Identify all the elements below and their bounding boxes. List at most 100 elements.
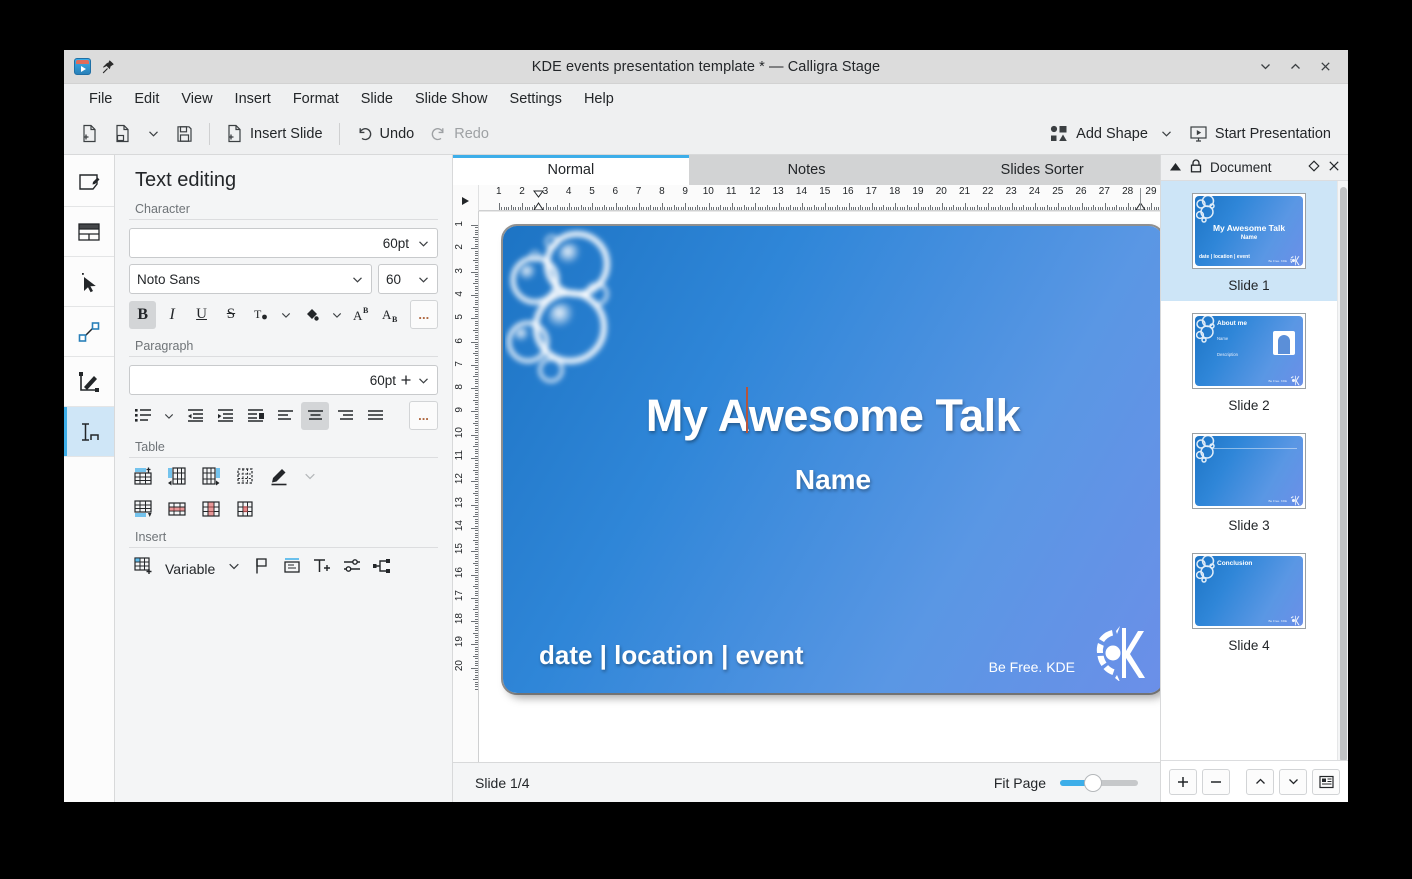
maximize-button[interactable] xyxy=(1282,55,1308,79)
move-slide-up-button[interactable] xyxy=(1246,769,1274,795)
close-button[interactable] xyxy=(1312,55,1338,79)
menu-file[interactable]: File xyxy=(78,88,123,110)
sidebar-tool-select[interactable] xyxy=(64,257,114,307)
menu-view[interactable]: View xyxy=(170,88,223,110)
paragraph-style-combo[interactable]: 60pt xyxy=(129,365,438,395)
insert-link-button[interactable] xyxy=(373,557,391,580)
add-slide-button[interactable] xyxy=(1169,769,1197,795)
table-border-dropdown[interactable] xyxy=(303,469,317,488)
pin-icon[interactable] xyxy=(101,59,115,75)
slide-thumbnail-4[interactable]: Conclusion Be Free. KDE Slid xyxy=(1161,541,1337,661)
zoom-label[interactable]: Fit Page xyxy=(994,775,1046,791)
undo-button[interactable]: Undo xyxy=(349,119,422,149)
insert-variable-label[interactable]: Variable xyxy=(165,561,215,577)
delete-row-button[interactable] xyxy=(167,499,187,524)
delete-column-button[interactable] xyxy=(201,499,221,524)
align-center-button[interactable] xyxy=(301,402,329,430)
open-document-dropdown[interactable] xyxy=(140,119,167,149)
tab-slides-sorter[interactable]: Slides Sorter xyxy=(924,155,1160,185)
list-style-button[interactable] xyxy=(129,402,157,430)
merge-cells-button[interactable] xyxy=(235,466,255,491)
subscript-button[interactable]: AB xyxy=(378,301,405,329)
float-icon[interactable] xyxy=(1308,160,1320,175)
list-style-dropdown[interactable] xyxy=(159,402,179,430)
move-slide-down-button[interactable] xyxy=(1279,769,1307,795)
italic-button[interactable]: I xyxy=(158,301,185,329)
slide-canvas[interactable]: My Awesome Talk Name date | location | e… xyxy=(479,211,1160,762)
menu-insert[interactable]: Insert xyxy=(224,88,282,110)
slide-thumbnail-3[interactable]: Be Free. KDE Slide 3 xyxy=(1161,421,1337,541)
insert-slide-button[interactable]: Insert Slide xyxy=(219,119,330,149)
split-cells-button[interactable] xyxy=(235,499,255,524)
minimize-button[interactable] xyxy=(1252,55,1278,79)
insert-settings-button[interactable] xyxy=(343,557,361,580)
align-right-button[interactable] xyxy=(331,402,359,430)
thumbnail-scrollbar[interactable] xyxy=(1337,181,1348,760)
character-more-button[interactable]: ... xyxy=(410,300,438,329)
increase-indent-button[interactable] xyxy=(211,402,239,430)
slide-thumbnail-2[interactable]: About me Name Description Be Free. KDE xyxy=(1161,301,1337,421)
slide-content[interactable]: My Awesome Talk Name date | location | e… xyxy=(503,226,1160,693)
sidebar-tool-connection[interactable] xyxy=(64,307,114,357)
redo-button[interactable]: Redo xyxy=(423,119,496,149)
highlight-color-dropdown[interactable] xyxy=(327,301,347,329)
paragraph-more-button[interactable]: ... xyxy=(409,401,438,430)
insert-column-left-button[interactable] xyxy=(167,466,187,491)
insert-table-button[interactable] xyxy=(133,556,153,581)
slide-thumbnail-list[interactable]: My Awesome Talk Name date | location | e… xyxy=(1161,181,1348,760)
menu-edit[interactable]: Edit xyxy=(123,88,170,110)
menu-settings[interactable]: Settings xyxy=(499,88,573,110)
font-family-combo[interactable]: Noto Sans xyxy=(129,264,372,294)
remove-slide-button[interactable] xyxy=(1202,769,1230,795)
zoom-slider[interactable] xyxy=(1060,780,1138,786)
change-indent-button[interactable] xyxy=(241,402,269,430)
decrease-indent-button[interactable] xyxy=(181,402,209,430)
underline-button[interactable]: U xyxy=(188,301,215,329)
tab-normal[interactable]: Normal xyxy=(453,155,689,185)
sidebar-tool-path-edit[interactable] xyxy=(64,357,114,407)
zoom-slider-knob[interactable] xyxy=(1084,774,1102,792)
superscript-button[interactable]: AB xyxy=(349,301,376,329)
slide-properties-button[interactable] xyxy=(1312,769,1340,795)
slide-footer[interactable]: date | location | event xyxy=(539,640,804,671)
start-presentation-button[interactable]: Start Presentation xyxy=(1182,119,1338,149)
insert-bookmark-button[interactable] xyxy=(253,557,271,580)
sidebar-tool-text[interactable] xyxy=(64,407,114,457)
text-color-dropdown[interactable] xyxy=(276,301,296,329)
close-icon[interactable] xyxy=(1328,160,1340,175)
save-button[interactable] xyxy=(169,119,200,149)
triangle-up-icon[interactable] xyxy=(1169,160,1182,175)
open-document-button[interactable] xyxy=(107,119,138,149)
strikethrough-button[interactable]: S xyxy=(217,301,244,329)
insert-special-character-button[interactable] xyxy=(313,557,331,580)
tab-notes[interactable]: Notes xyxy=(689,155,925,185)
insert-row-above-button[interactable] xyxy=(133,466,153,491)
bold-button[interactable]: B xyxy=(129,301,156,329)
menu-slide[interactable]: Slide xyxy=(350,88,404,110)
horizontal-ruler[interactable]: 1234567891011121314151617181920212223242… xyxy=(479,185,1160,211)
menu-format[interactable]: Format xyxy=(282,88,350,110)
add-shape-button[interactable]: Add Shape xyxy=(1043,119,1180,149)
insert-variable-dropdown[interactable] xyxy=(227,559,241,578)
thumbnail-scrollbar-thumb[interactable] xyxy=(1340,187,1347,760)
sidebar-tool-slides-layout[interactable] xyxy=(64,207,114,257)
character-style-combo[interactable]: 60pt xyxy=(129,228,438,258)
sidebar-tool-shape-edit[interactable] xyxy=(64,157,114,207)
menu-slide-show[interactable]: Slide Show xyxy=(404,88,499,110)
highlight-color-button[interactable] xyxy=(298,301,325,329)
slide-subtitle[interactable]: Name xyxy=(503,464,1160,496)
lock-icon[interactable] xyxy=(1190,159,1202,176)
font-size-combo[interactable]: 60 xyxy=(378,264,438,294)
slide-thumbnail-1[interactable]: My Awesome Talk Name date | location | e… xyxy=(1161,181,1337,301)
slide-title[interactable]: My Awesome Talk xyxy=(503,390,1160,442)
text-color-button[interactable]: T xyxy=(247,301,274,329)
align-justify-button[interactable] xyxy=(361,402,389,430)
insert-column-right-button[interactable] xyxy=(201,466,221,491)
vertical-ruler[interactable]: 1234567891011121314151617181920 xyxy=(453,211,479,762)
menu-help[interactable]: Help xyxy=(573,88,625,110)
table-border-pen-button[interactable] xyxy=(269,466,289,491)
new-document-button[interactable] xyxy=(74,119,105,149)
insert-row-below-button[interactable] xyxy=(133,499,153,524)
insert-section-button[interactable] xyxy=(283,557,301,580)
align-left-button[interactable] xyxy=(271,402,299,430)
